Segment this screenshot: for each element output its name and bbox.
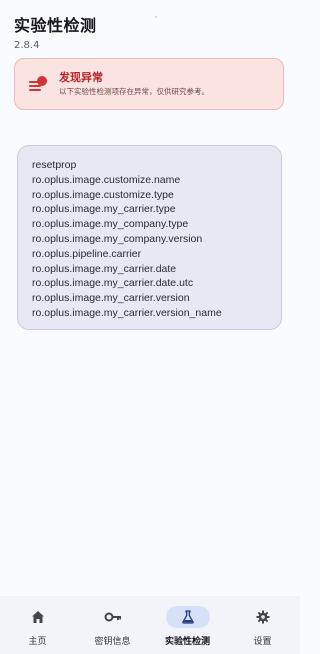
prop-item: ro.oplus.image.my_carrier.type: [32, 203, 176, 216]
prop-item: ro.oplus.image.my_carrier.version: [32, 292, 190, 305]
alert-list-icon: [29, 76, 47, 91]
flask-icon: [165, 606, 210, 628]
prop-item: ro.oplus.image.customize.name: [32, 173, 181, 186]
page-header: 实验性检测 2.8.4: [14, 12, 97, 51]
nav-label-settings: 设置: [253, 637, 272, 647]
prop-item: ro.oplus.image.customize.type: [32, 188, 174, 201]
nav-item-home[interactable]: 主页: [0, 596, 75, 654]
bottom-navigation: 主页 密钥信息 实验性检测 设置: [0, 596, 300, 654]
nav-label-home: 主页: [28, 637, 47, 647]
alert-card: 发现异常 以下实验性检测项存在异常，仅供研究参考。: [14, 58, 284, 110]
prop-item: ro.oplus.image.my_company.type: [32, 218, 189, 231]
abnormal-props-list: resetprop ro.oplus.image.customize.name …: [17, 145, 282, 330]
prop-item: ro.oplus.image.my_carrier.date: [32, 262, 177, 275]
prop-item: ro.oplus.image.my_company.version: [32, 232, 203, 245]
prop-item: ro.oplus.pipeline.carrier: [32, 247, 142, 260]
nav-item-settings[interactable]: 设置: [225, 596, 300, 654]
alert-title: 发现异常: [59, 71, 103, 84]
prop-item: ro.oplus.image.my_carrier.version_name: [32, 306, 222, 319]
home-icon: [16, 606, 60, 628]
prop-item: ro.oplus.image.my_carrier.date.utc: [32, 277, 194, 290]
prop-item: resetprop: [32, 159, 77, 171]
alert-description: 以下实验性检测项存在异常，仅供研究参考。: [59, 87, 209, 96]
nav-item-experimental[interactable]: 实验性检测: [150, 596, 225, 654]
gear-icon: [241, 606, 285, 628]
key-icon: [91, 606, 135, 628]
nav-label-experimental: 实验性检测: [164, 637, 210, 647]
app-version: 2.8.4: [14, 40, 40, 51]
page-title: 实验性检测: [14, 16, 97, 35]
status-dot: [155, 16, 157, 18]
nav-label-key-info: 密钥信息: [94, 637, 131, 647]
nav-item-key-info[interactable]: 密钥信息: [75, 596, 150, 654]
